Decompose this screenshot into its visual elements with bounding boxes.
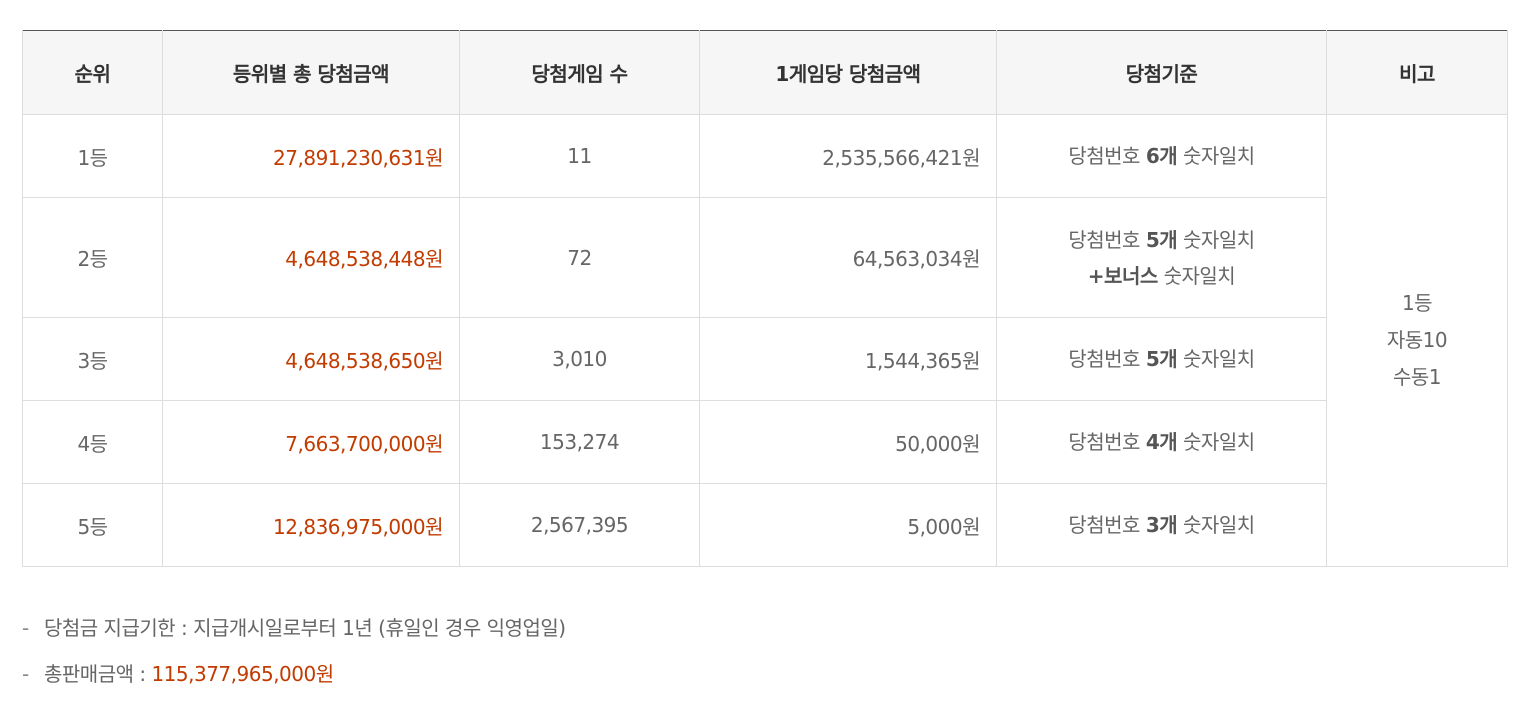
table-row: 1등 27,891,230,631원 11 2,535,566,421원 당첨번… bbox=[22, 114, 1508, 567]
header-prize-per-game: 1게임당 당첨금액 bbox=[699, 30, 997, 115]
prize-per-game-cell: 64,563,034원 bbox=[699, 197, 997, 318]
criteria-cell: 당첨번호 5개 숫자일치 bbox=[996, 317, 1327, 401]
notes-list: - 당첨금 지급기한 : 지급개시일로부터 1년 (휴일인 경우 익영업일) -총… bbox=[22, 608, 566, 700]
total-prize-cell: 4,648,538,448원 bbox=[162, 197, 460, 318]
criteria-suffix: 숫자일치 bbox=[1177, 347, 1255, 371]
criteria-suffix: 숫자일치 bbox=[1177, 430, 1255, 454]
criteria-prefix: 당첨번호 bbox=[1068, 347, 1146, 371]
total-sales-label: 총판매금액 : bbox=[44, 662, 152, 686]
payment-deadline-note: - 당첨금 지급기한 : 지급개시일로부터 1년 (휴일인 경우 익영업일) bbox=[22, 608, 566, 654]
criteria-prefix: 당첨번호 bbox=[1068, 430, 1146, 454]
header-criteria: 당첨기준 bbox=[996, 30, 1327, 115]
criteria-prefix: 당첨번호 bbox=[1068, 513, 1146, 537]
rank-cell: 2등 bbox=[22, 197, 163, 318]
rank-cell: 5등 bbox=[22, 483, 163, 567]
criteria-cell: 당첨번호 4개 숫자일치 bbox=[996, 400, 1327, 484]
criteria-bonus-line: +보너스 숫자일치 bbox=[997, 258, 1326, 294]
table-header-row: 순위 등위별 총 당첨금액 당첨게임 수 1게임당 당첨금액 당첨기준 비고 bbox=[22, 30, 1508, 115]
rank-cell: 3등 bbox=[22, 317, 163, 401]
criteria-suffix: 숫자일치 bbox=[1157, 263, 1236, 288]
criteria-suffix: 숫자일치 bbox=[1177, 513, 1255, 537]
total-prize-cell: 27,891,230,631원 bbox=[162, 114, 460, 198]
winner-count-cell: 72 bbox=[459, 197, 700, 318]
winner-count-cell: 153,274 bbox=[459, 400, 700, 484]
dash-bullet: - bbox=[22, 662, 29, 686]
criteria-count: 5개 bbox=[1145, 347, 1178, 371]
criteria-count: 3개 bbox=[1145, 513, 1178, 537]
table-row: 3등 4,648,538,650원 3,010 1,544,365원 당첨번호 … bbox=[22, 317, 1508, 401]
rank-cell: 1등 bbox=[22, 114, 163, 198]
criteria-cell: 당첨번호 6개 숫자일치 bbox=[996, 114, 1327, 198]
table-row: 5등 12,836,975,000원 2,567,395 5,000원 당첨번호… bbox=[22, 483, 1508, 567]
criteria-line: 당첨번호 5개 숫자일치 bbox=[997, 222, 1326, 258]
table-row: 4등 7,663,700,000원 153,274 50,000원 당첨번호 4… bbox=[22, 400, 1508, 484]
criteria-count: 6개 bbox=[1145, 144, 1178, 168]
winner-count-cell: 3,010 bbox=[459, 317, 700, 401]
remark-line-manual: 수동1 bbox=[1392, 365, 1442, 389]
header-remark: 비고 bbox=[1326, 30, 1508, 115]
prize-per-game-cell: 5,000원 bbox=[699, 483, 997, 567]
criteria-suffix: 숫자일치 bbox=[1177, 144, 1255, 168]
header-winner-count: 당첨게임 수 bbox=[459, 30, 700, 115]
criteria-cell: 당첨번호 5개 숫자일치 +보너스 숫자일치 bbox=[996, 197, 1327, 318]
total-prize-cell: 12,836,975,000원 bbox=[162, 483, 460, 567]
total-prize-cell: 4,648,538,650원 bbox=[162, 317, 460, 401]
criteria-cell: 당첨번호 3개 숫자일치 bbox=[996, 483, 1327, 567]
remark-cell: 1등 자동10 수동1 bbox=[1326, 114, 1508, 567]
rank-cell: 4등 bbox=[22, 400, 163, 484]
prize-table-container: 순위 등위별 총 당첨금액 당첨게임 수 1게임당 당첨금액 당첨기준 비고 1… bbox=[22, 30, 1508, 567]
criteria-prefix: 당첨번호 bbox=[1068, 144, 1146, 168]
remark-line-auto: 자동10 bbox=[1386, 328, 1448, 352]
criteria-bonus: +보너스 bbox=[1087, 263, 1158, 288]
header-total-prize: 등위별 총 당첨금액 bbox=[162, 30, 460, 115]
prize-per-game-cell: 1,544,365원 bbox=[699, 317, 997, 401]
table-row: 2등 4,648,538,448원 72 64,563,034원 당첨번호 5개… bbox=[22, 197, 1508, 318]
criteria-prefix: 당첨번호 bbox=[1068, 227, 1146, 252]
criteria-suffix: 숫자일치 bbox=[1177, 227, 1255, 252]
winner-count-cell: 11 bbox=[459, 114, 700, 198]
total-sales-note: - 총판매금액 : 115,377,965,000원 bbox=[22, 654, 566, 700]
prize-per-game-cell: 50,000원 bbox=[699, 400, 997, 484]
criteria-count: 5개 bbox=[1145, 227, 1178, 252]
header-rank: 순위 bbox=[22, 30, 163, 115]
total-sales-value: 115,377,965,000원 bbox=[151, 662, 334, 686]
dash-bullet: - bbox=[22, 616, 29, 640]
payment-deadline-text: 당첨금 지급기한 : 지급개시일로부터 1년 (휴일인 경우 익영업일) bbox=[44, 616, 566, 640]
winner-count-cell: 2,567,395 bbox=[459, 483, 700, 567]
prize-table: 순위 등위별 총 당첨금액 당첨게임 수 1게임당 당첨금액 당첨기준 비고 1… bbox=[22, 30, 1508, 567]
remark-line-first-prize: 1등 bbox=[1401, 291, 1433, 315]
total-prize-cell: 7,663,700,000원 bbox=[162, 400, 460, 484]
criteria-count: 4개 bbox=[1145, 430, 1178, 454]
prize-per-game-cell: 2,535,566,421원 bbox=[699, 114, 997, 198]
